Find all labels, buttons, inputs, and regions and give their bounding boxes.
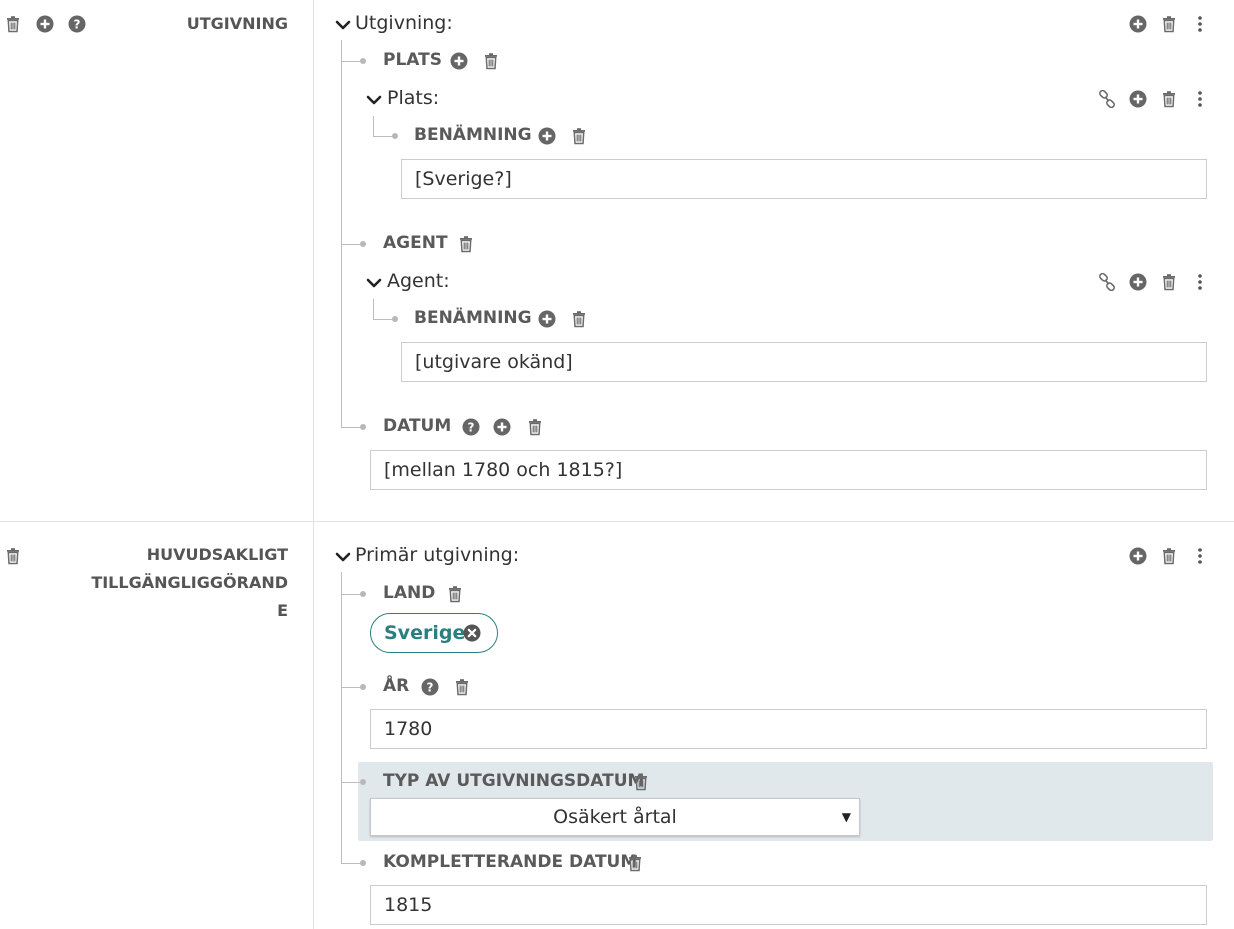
property-label-benamning: BENÄMNING bbox=[414, 308, 532, 328]
tree-node-dot bbox=[392, 133, 398, 139]
dropdown-caret-icon: ▼ bbox=[841, 810, 851, 824]
chevron-down-icon[interactable] bbox=[335, 17, 351, 33]
property-label-huvudsakligt-tillgangliggorande: HUVUDSAKLIGT TILLGÄNGLIGGÖRAND E bbox=[91, 541, 288, 625]
chip-label: Sverige bbox=[384, 622, 466, 644]
trash-icon[interactable] bbox=[570, 310, 588, 328]
tree-branch bbox=[341, 687, 361, 688]
tree-branch bbox=[373, 136, 393, 137]
link-icon[interactable] bbox=[1098, 273, 1116, 291]
plus-circle-icon[interactable] bbox=[1129, 273, 1147, 291]
kebab-menu-icon[interactable] bbox=[1191, 90, 1209, 108]
property-label-benamning: BENÄMNING bbox=[414, 125, 532, 145]
plus-circle-icon[interactable] bbox=[36, 15, 54, 33]
tree-branch bbox=[373, 319, 393, 320]
tree-branch bbox=[341, 863, 361, 864]
property-label-utgivning: UTGIVNING bbox=[186, 14, 288, 33]
select-value: Osäkert årtal bbox=[553, 806, 677, 828]
tree-branch bbox=[341, 594, 361, 595]
typ-av-utgivningsdatum-select[interactable]: Osäkert årtal ▼ bbox=[370, 798, 860, 836]
chevron-down-icon[interactable] bbox=[366, 275, 382, 291]
trash-icon[interactable] bbox=[526, 418, 544, 436]
tree-branch bbox=[341, 782, 361, 783]
property-label-agent: AGENT bbox=[383, 233, 448, 253]
plus-circle-icon[interactable] bbox=[1129, 547, 1147, 565]
plats-benamning-input[interactable]: [Sverige?] bbox=[401, 159, 1207, 199]
entity-title-utgivning: Utgivning: bbox=[355, 12, 453, 34]
tree-line bbox=[373, 116, 374, 136]
trash-icon[interactable] bbox=[1160, 547, 1178, 565]
plus-circle-icon[interactable] bbox=[493, 418, 511, 436]
tree-branch bbox=[341, 244, 361, 245]
property-label-land: LAND bbox=[383, 583, 436, 603]
tree-line bbox=[341, 572, 342, 863]
plus-circle-icon[interactable] bbox=[1129, 15, 1147, 33]
plus-circle-icon[interactable] bbox=[450, 52, 468, 70]
kebab-menu-icon[interactable] bbox=[1191, 273, 1209, 291]
agent-benamning-input[interactable]: [utgivare okänd] bbox=[401, 342, 1207, 382]
section-separator bbox=[0, 521, 1234, 522]
property-label-datum: DATUM bbox=[383, 416, 452, 436]
plus-circle-icon[interactable] bbox=[538, 127, 556, 145]
tree-node-dot bbox=[360, 684, 366, 690]
trash-icon[interactable] bbox=[457, 235, 475, 253]
trash-icon[interactable] bbox=[570, 127, 588, 145]
tree-node-dot bbox=[360, 241, 366, 247]
property-label-plats: PLATS bbox=[383, 50, 442, 70]
tree-node-dot bbox=[360, 424, 366, 430]
tree-branch bbox=[341, 427, 361, 428]
tree-line bbox=[341, 40, 342, 428]
chevron-down-icon[interactable] bbox=[335, 549, 351, 565]
tree-node-dot bbox=[360, 58, 366, 64]
trash-icon[interactable] bbox=[446, 585, 464, 603]
tree-line bbox=[373, 299, 374, 319]
trash-icon[interactable] bbox=[4, 15, 22, 33]
kebab-menu-icon[interactable] bbox=[1191, 547, 1209, 565]
trash-icon[interactable] bbox=[632, 773, 650, 791]
label-line: HUVUDSAKLIGT bbox=[146, 545, 288, 564]
entity-title-plats: Plats: bbox=[387, 87, 440, 109]
label-line: E bbox=[277, 601, 288, 620]
chevron-down-icon[interactable] bbox=[366, 92, 382, 108]
label-line: TILLGÄNGLIGGÖRAND bbox=[91, 573, 288, 592]
plus-circle-icon[interactable] bbox=[538, 310, 556, 328]
plus-circle-icon[interactable] bbox=[1129, 90, 1147, 108]
trash-icon[interactable] bbox=[4, 547, 22, 565]
trash-icon[interactable] bbox=[1160, 273, 1178, 291]
tree-branch bbox=[341, 61, 361, 62]
property-label-ar: ÅR bbox=[383, 676, 410, 696]
datum-input[interactable]: [mellan 1780 och 1815?] bbox=[370, 450, 1207, 490]
entity-title-primar-utgivning: Primär utgivning: bbox=[355, 544, 520, 566]
trash-icon[interactable] bbox=[1160, 90, 1178, 108]
ar-input[interactable]: 1780 bbox=[370, 709, 1207, 749]
tree-node-dot bbox=[392, 316, 398, 322]
trash-icon[interactable] bbox=[626, 854, 644, 872]
trash-icon[interactable] bbox=[1160, 15, 1178, 33]
country-chip[interactable]: Sverige bbox=[370, 613, 498, 653]
link-icon[interactable] bbox=[1098, 90, 1116, 108]
tree-node-dot bbox=[360, 860, 366, 866]
trash-icon[interactable] bbox=[482, 52, 500, 70]
remove-chip-icon[interactable] bbox=[463, 624, 481, 642]
column-divider bbox=[313, 0, 314, 929]
help-circle-icon[interactable] bbox=[421, 678, 439, 696]
tree-node-dot bbox=[360, 591, 366, 597]
kompletterande-datum-input[interactable]: 1815 bbox=[370, 885, 1207, 925]
help-circle-icon[interactable] bbox=[68, 15, 86, 33]
property-label-kompletterande-datum: KOMPLETTERANDE DATUM bbox=[383, 852, 638, 872]
entity-title-agent: Agent: bbox=[387, 270, 450, 292]
kebab-menu-icon[interactable] bbox=[1191, 15, 1209, 33]
property-label-typ-av-utgivningsdatum: TYP AV UTGIVNINGSDATUM bbox=[383, 771, 645, 791]
trash-icon[interactable] bbox=[453, 678, 471, 696]
help-circle-icon[interactable] bbox=[462, 418, 480, 436]
tree-node-dot bbox=[360, 779, 366, 785]
